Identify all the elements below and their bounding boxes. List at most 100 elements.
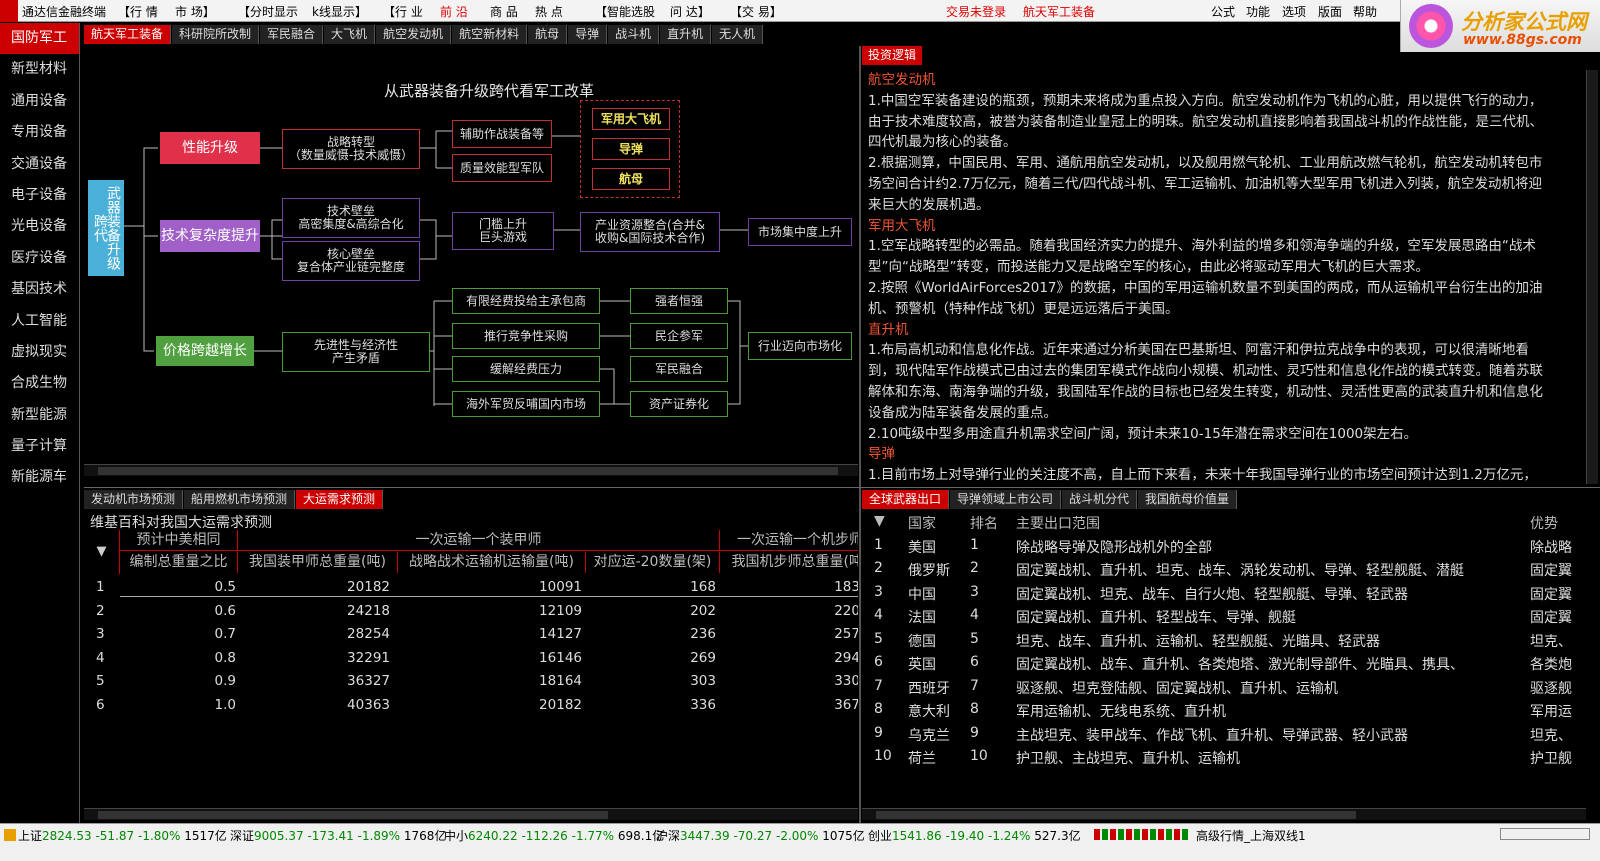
menu-frontier[interactable]: 前 沿 (440, 3, 468, 20)
paragraph: 1.目前市场上对导弹行业的关注度不高，自上而下来看，未来十年我国导弹行业的市场空… (868, 467, 1537, 484)
table-row[interactable]: 2 0.6 24218 12109 202 220 (84, 600, 858, 624)
table-row[interactable]: 1 0.5 20182 10091 168 183 (84, 576, 858, 600)
sidebar-item[interactable]: 虚拟现实 (0, 337, 79, 368)
node-core-barrier: 核心壁垒 复合体产业链完整度 (282, 241, 420, 281)
table-row[interactable]: 6 英国 6 固定翼战机、战车、直升机、各类炮塔、激光制导部件、光瞄具、携具、 各类炮 (862, 651, 1586, 675)
tab-forecast[interactable]: 大运需求预测 (296, 490, 384, 509)
tab-export[interactable]: 导弹领域上市公司 (950, 490, 1062, 509)
menu-ask[interactable]: 问 达】 (670, 3, 710, 20)
tab-export[interactable]: 全球武器出口 (862, 490, 950, 509)
tab-sector[interactable]: 航空新材料 (452, 25, 528, 44)
menu-kline[interactable]: k线显示】 (312, 3, 367, 20)
logic-vscroll[interactable] (1586, 70, 1598, 484)
table-row[interactable]: 4 0.8 32291 16146 269 294 (84, 647, 858, 671)
current-sector: 航天军工装备 (1023, 5, 1096, 19)
menu-formula[interactable]: 公式 (1211, 3, 1235, 20)
sort-arrow-icon[interactable]: ▼ (874, 513, 885, 529)
table-row[interactable]: 1 美国 1 除战略导弹及隐形战机外的全部 除战略 (862, 534, 1586, 558)
table-row[interactable]: 9 乌克兰 9 主战坦克、装甲战车、作战飞机、直升机、导弹武器、轻小武器 坦克、 (862, 722, 1586, 746)
menu-help[interactable]: 帮助 (1353, 3, 1377, 20)
tab-sector[interactable]: 科研院所改制 (172, 25, 260, 44)
tab-sector[interactable]: 无人机 (712, 25, 764, 44)
node-outcome: 强者恒强 (630, 288, 728, 314)
table-row[interactable]: 6 1.0 40363 20182 336 367 (84, 694, 858, 718)
pane-divider-vertical[interactable] (859, 46, 861, 836)
sidebar-item[interactable]: 基因技术 (0, 274, 79, 305)
table-row[interactable]: 5 德国 5 坦克、战车、直升机、运输机、轻型舰艇、光瞄具、轻武器 坦克、 (862, 628, 1586, 652)
flower-logo-icon (1409, 4, 1453, 48)
sidebar-item[interactable]: 人工智能 (0, 306, 79, 337)
menu-market[interactable]: 市 场】 (175, 3, 215, 20)
tab-sector[interactable]: 航空发动机 (376, 25, 452, 44)
sidebar-item[interactable]: 国防军工 (0, 23, 79, 55)
node-military-aircraft: 军用大飞机 (592, 108, 670, 130)
column-header[interactable]: 我国装甲师总重量(吨) (238, 552, 398, 573)
index-sz[interactable]: 深证9005.37 -173.41 -1.89% 1768亿 (230, 827, 446, 844)
table-row[interactable]: 3 中国 3 固定翼战机、坦克、战车、自行火炮、轻型舰艇、导弹、轻武器 固定翼 (862, 581, 1586, 605)
menu-industry[interactable]: 【行 业 (383, 3, 423, 20)
menu-smart-select[interactable]: 【智能选股 (595, 3, 655, 20)
table-right-hscroll[interactable] (862, 808, 1586, 820)
node-quality-army: 质量效能型军队 (452, 154, 552, 182)
index-zx[interactable]: 中小6240.22 -112.26 -1.77% 698.1亿 (444, 827, 664, 844)
tab-export[interactable]: 我国航母价值量 (1138, 490, 1238, 509)
tab-sector[interactable]: 直升机 (660, 25, 712, 44)
tab-sector[interactable]: 战斗机 (608, 25, 660, 44)
sidebar-item[interactable]: 合成生物 (0, 368, 79, 399)
menu-trade[interactable]: 【交 易】 (730, 3, 782, 20)
table-row[interactable]: 2 俄罗斯 2 固定翼战机、直升机、坦克、战车、涡轮发动机、导弹、轻型舰艇、潜艇 固定翼 (862, 557, 1586, 581)
forecast-tabs: 发动机市场预测 船用燃机市场预测 大运需求预测 (84, 490, 384, 510)
sidebar-item[interactable]: 量子计算 (0, 431, 79, 462)
tab-sector[interactable]: 航母 (528, 25, 568, 44)
node-threshold: 门槛上升 巨头游戏 (452, 212, 554, 250)
tray-icons[interactable] (1500, 828, 1590, 840)
index-cy[interactable]: 创业1541.86 -19.40 -1.24% 527.3亿 (868, 827, 1081, 844)
sidebar-item[interactable]: 专用设备 (0, 117, 79, 148)
tab-forecast[interactable]: 船用燃机市场预测 (184, 490, 296, 509)
tab-sector[interactable]: 大飞机 (324, 25, 376, 44)
sidebar-item[interactable]: 通用设备 (0, 86, 79, 117)
column-header[interactable]: 我国机步师总重量(吨) (720, 552, 858, 573)
tab-export[interactable]: 战斗机分代 (1062, 490, 1138, 509)
node-mid: 海外军贸反哺国内市场 (452, 391, 600, 417)
feed-status[interactable]: 高级行情_上海双线1 (1196, 827, 1306, 844)
column-header[interactable]: 战略战术运输机运输量(吨) (398, 552, 586, 573)
index-hs[interactable]: 沪深3447.39 -70.27 -2.00% 1075亿 (656, 827, 865, 844)
sidebar-item[interactable]: 交通设备 (0, 149, 79, 180)
menu-commodity[interactable]: 商 品 (490, 3, 518, 20)
table-row[interactable]: 3 0.7 28254 14127 236 257 (84, 623, 858, 647)
diagram-hscroll[interactable] (84, 464, 858, 476)
table-row[interactable]: 7 西班牙 7 驱逐舰、坦克登陆舰、固定翼战机、直升机、运输机 驱逐舰 (862, 675, 1586, 699)
tab-investment-logic[interactable]: 投资逻辑 (862, 46, 923, 65)
sidebar-item[interactable]: 新型材料 (0, 54, 79, 85)
sidebar-item[interactable]: 新能源车 (0, 462, 79, 493)
tab-sector[interactable]: 导弹 (568, 25, 608, 44)
trade-login-status[interactable]: 交易未登录 (946, 3, 1006, 20)
column-header[interactable]: 对应运-20数量(架) (586, 552, 720, 573)
column-header[interactable]: 编制总重量之比 (120, 552, 238, 573)
menu-hot[interactable]: 热 点 (535, 3, 563, 20)
menu-quotes[interactable]: 【行 情 (118, 3, 158, 20)
menu-layout[interactable]: 版面 (1318, 3, 1342, 20)
menu-function[interactable]: 功能 (1246, 3, 1270, 20)
menu-intraday[interactable]: 【分时显示 (238, 3, 298, 20)
tab-forecast[interactable]: 发动机市场预测 (84, 490, 184, 509)
menu-options[interactable]: 选项 (1282, 3, 1306, 20)
sidebar-item[interactable]: 新型能源 (0, 400, 79, 431)
sidebar-item[interactable]: 医疗设备 (0, 243, 79, 274)
index-sh[interactable]: 上证2824.53 -51.87 -1.80% 1517亿 (18, 827, 227, 844)
tab-sector[interactable]: 航天军工装备 (84, 25, 172, 44)
table-row[interactable]: 10 荷兰 10 护卫舰、主战坦克、直升机、运输机 护卫舰 (862, 745, 1586, 769)
table-left-hscroll[interactable] (84, 808, 858, 820)
sort-arrow-icon[interactable]: ▼ (84, 530, 120, 574)
table-row[interactable]: 8 意大利 8 军用运输机、无线电系统、直升机 军用运 (862, 698, 1586, 722)
paragraph: 1.中国空军装备建设的瓶颈，预期未来将成为重点投入方向。航空发动机作为飞机的心脏… (868, 92, 1543, 151)
tab-sector[interactable]: 军民融合 (260, 25, 324, 44)
sidebar-item[interactable]: 光电设备 (0, 211, 79, 242)
ad-banner[interactable]: 分析家公式网 www.88gs.com (1400, 0, 1600, 52)
node-tech-barrier: 技术壁垒 高密集度&高综合化 (282, 198, 420, 238)
table-row[interactable]: 5 0.9 36327 18164 303 330 (84, 670, 858, 694)
table-row[interactable]: 4 法国 4 固定翼战机、直升机、轻型战车、导弹、舰艇 固定翼 (862, 604, 1586, 628)
sidebar-item[interactable]: 电子设备 (0, 180, 79, 211)
pane-divider-horizontal[interactable] (84, 487, 1600, 488)
